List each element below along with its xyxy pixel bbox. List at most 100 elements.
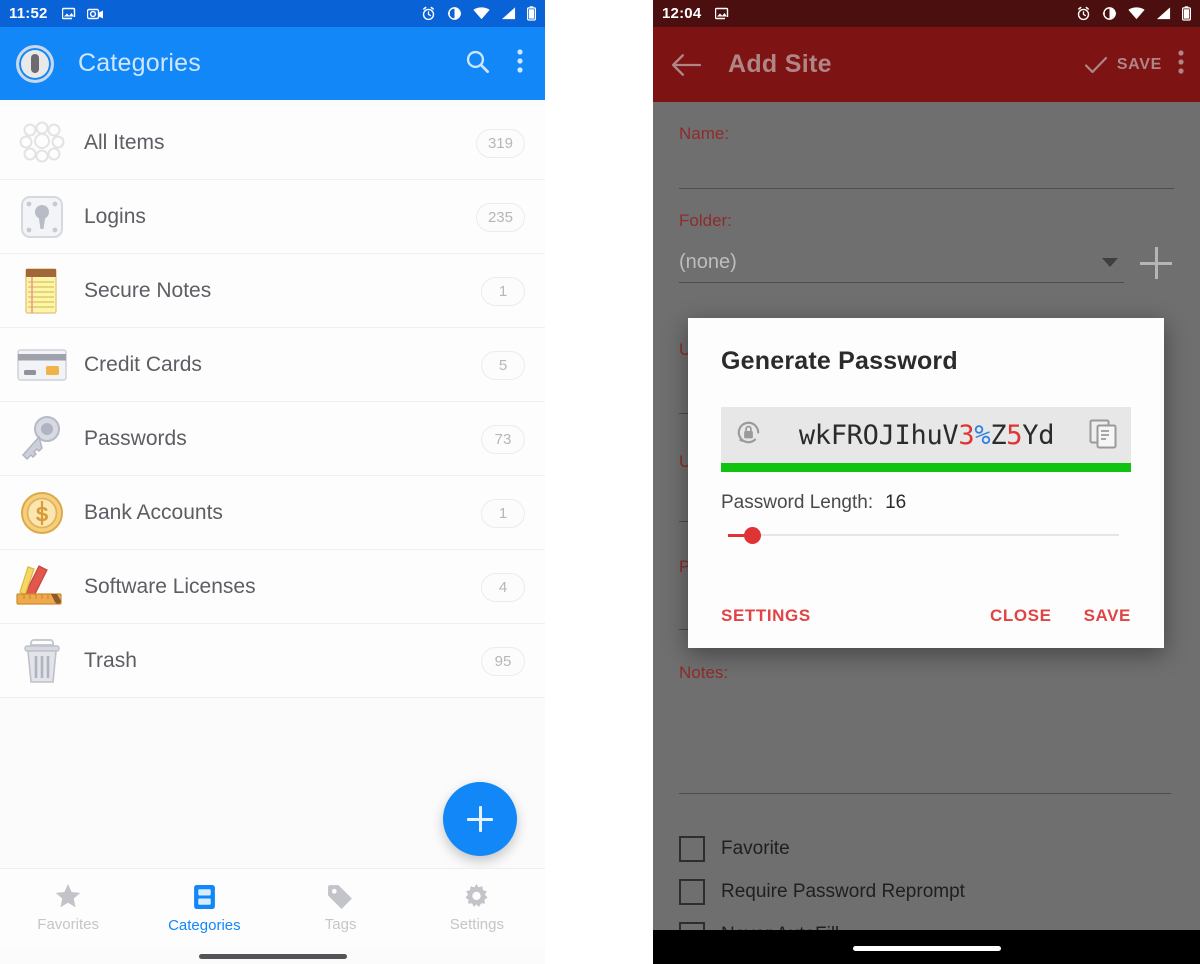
checkbox-row-reprompt[interactable]: Require Password Reprompt [679,879,965,905]
checkbox-favorite[interactable] [679,836,705,862]
status-notification-icons [715,7,730,21]
notes-label: Notes: [679,663,729,682]
dialog-save-button[interactable]: SAVE [1084,606,1131,626]
arrow-left-icon[interactable] [669,48,703,82]
gesture-bar-right [852,946,1001,951]
folder-label: Folder: [679,211,732,230]
list-item-credit-cards[interactable]: Credit Cards 5 [0,328,545,402]
checkbox-row-favorite[interactable]: Favorite [679,836,790,862]
ruler-pencil-brush-icon [14,559,70,615]
more-vertical-icon[interactable] [517,48,523,79]
notes-input[interactable] [679,793,1171,794]
list-item-label: Logins [84,205,146,228]
image-icon [715,7,730,21]
nav-tab-label: Tags [324,916,357,933]
password-part-symbol: % [974,419,991,451]
gear-icon [465,884,488,907]
key-icon [14,411,70,467]
page-title: Categories [78,49,201,77]
password-strength-bar [721,463,1131,472]
list-item-label: Credit Cards [84,353,202,376]
credit-card-icon [14,337,70,393]
app-bar-actions-left [464,48,529,80]
plus-icon [467,806,493,832]
list-item-count: 1 [481,498,525,528]
list-item-label: Bank Accounts [84,501,223,524]
coin-dollar-icon: S [14,485,70,541]
nav-tab-label: Favorites [37,916,99,933]
app-bar-actions-right: SAVE [1084,49,1184,80]
brightness-icon [1102,7,1117,20]
list-item-secure-notes[interactable]: Secure Notes 1 [0,254,545,328]
slider-thumb[interactable] [744,527,761,544]
status-bar-left: 11:52 [0,0,545,27]
folder-select[interactable]: (none) [679,251,1124,283]
vault-icon [193,884,215,909]
wifi-icon [473,7,490,20]
list-item-label: Passwords [84,427,187,450]
generated-password: wkFROJIhuV3%Z5Yd [776,420,1077,451]
password-part-letters: Z [990,419,1007,451]
list-item-label: Software Licenses [84,575,256,598]
alarm-icon [1077,6,1090,21]
notepad-icon [14,263,70,319]
list-item-software-licenses[interactable]: Software Licenses 4 [0,550,545,624]
list-item-count: 319 [475,128,525,158]
dialog-actions: SETTINGS CLOSE SAVE [688,606,1164,626]
nav-tab-label: Categories [168,916,241,934]
status-time: 11:52 [9,5,48,22]
screenshot-icon [86,8,103,19]
generate-password-dialog: Generate Password wkFROJIhuV3%Z5Yd Passw… [688,318,1164,648]
name-input[interactable] [679,188,1174,189]
nav-tab-tags[interactable]: Tags [273,884,409,933]
list-item-count: 73 [481,424,525,454]
all-items-icon [14,115,70,171]
save-button-label: SAVE [1116,55,1162,73]
password-part-digit: 3 [958,419,975,451]
list-item-count: 5 [481,350,525,380]
list-item-all-items[interactable]: All Items 319 [0,106,545,180]
nav-tab-categories[interactable]: Categories [136,884,272,934]
close-button[interactable]: CLOSE [990,606,1052,626]
list-item-bank-accounts[interactable]: S Bank Accounts 1 [0,476,545,550]
login-keyhole-icon [14,189,70,245]
status-bar-right: 12:04 [653,0,1200,27]
checkbox-require-password-reprompt[interactable] [679,879,705,905]
lock-refresh-icon[interactable] [733,417,764,453]
dual-phone-screenshot: 11:52 Categories All Items 319 Logins 23… [0,0,1200,964]
more-vertical-icon[interactable] [1178,49,1184,80]
add-site-form: Name: Folder: (none) [653,124,1200,283]
list-item-passwords[interactable]: Passwords 73 [0,402,545,476]
nav-tab-favorites[interactable]: Favorites [0,884,136,933]
slider-track [728,534,1119,536]
list-item-logins[interactable]: Logins 235 [0,180,545,254]
checkbox-label: Favorite [721,838,790,859]
password-part-letters: wkFROJIhuV [798,419,959,451]
settings-button[interactable]: SETTINGS [721,606,811,626]
password-length-slider[interactable] [708,524,1131,546]
list-item-count: 235 [475,202,525,232]
add-item-fab[interactable] [443,782,517,856]
list-item-trash[interactable]: Trash 95 [0,624,545,698]
list-item-label: Secure Notes [84,279,212,302]
nav-tab-label: Settings [449,916,504,933]
vault-pin-icon [16,44,54,83]
system-nav-bar-right [653,930,1200,964]
search-icon[interactable] [464,48,491,80]
chevron-down-icon [1102,258,1118,267]
copy-icon[interactable] [1089,417,1119,454]
page-title: Add Site [728,50,832,78]
password-length-label: Password Length: [721,492,874,513]
add-folder-button[interactable] [1138,245,1174,281]
status-time: 12:04 [662,5,702,22]
category-list: All Items 319 Logins 235 Secure Notes 1 … [0,100,545,698]
battery-icon [1182,6,1191,21]
status-system-icons [421,6,536,21]
brightness-icon [447,7,462,20]
star-icon [55,884,81,908]
save-button[interactable]: SAVE [1084,55,1162,74]
gesture-bar-left [198,954,347,959]
nav-tab-settings[interactable]: Settings [409,884,545,933]
right-phone-panel: 12:04 Add Site SAVE Name: Folder: (none)… [653,0,1200,964]
wifi-icon [1128,7,1145,20]
